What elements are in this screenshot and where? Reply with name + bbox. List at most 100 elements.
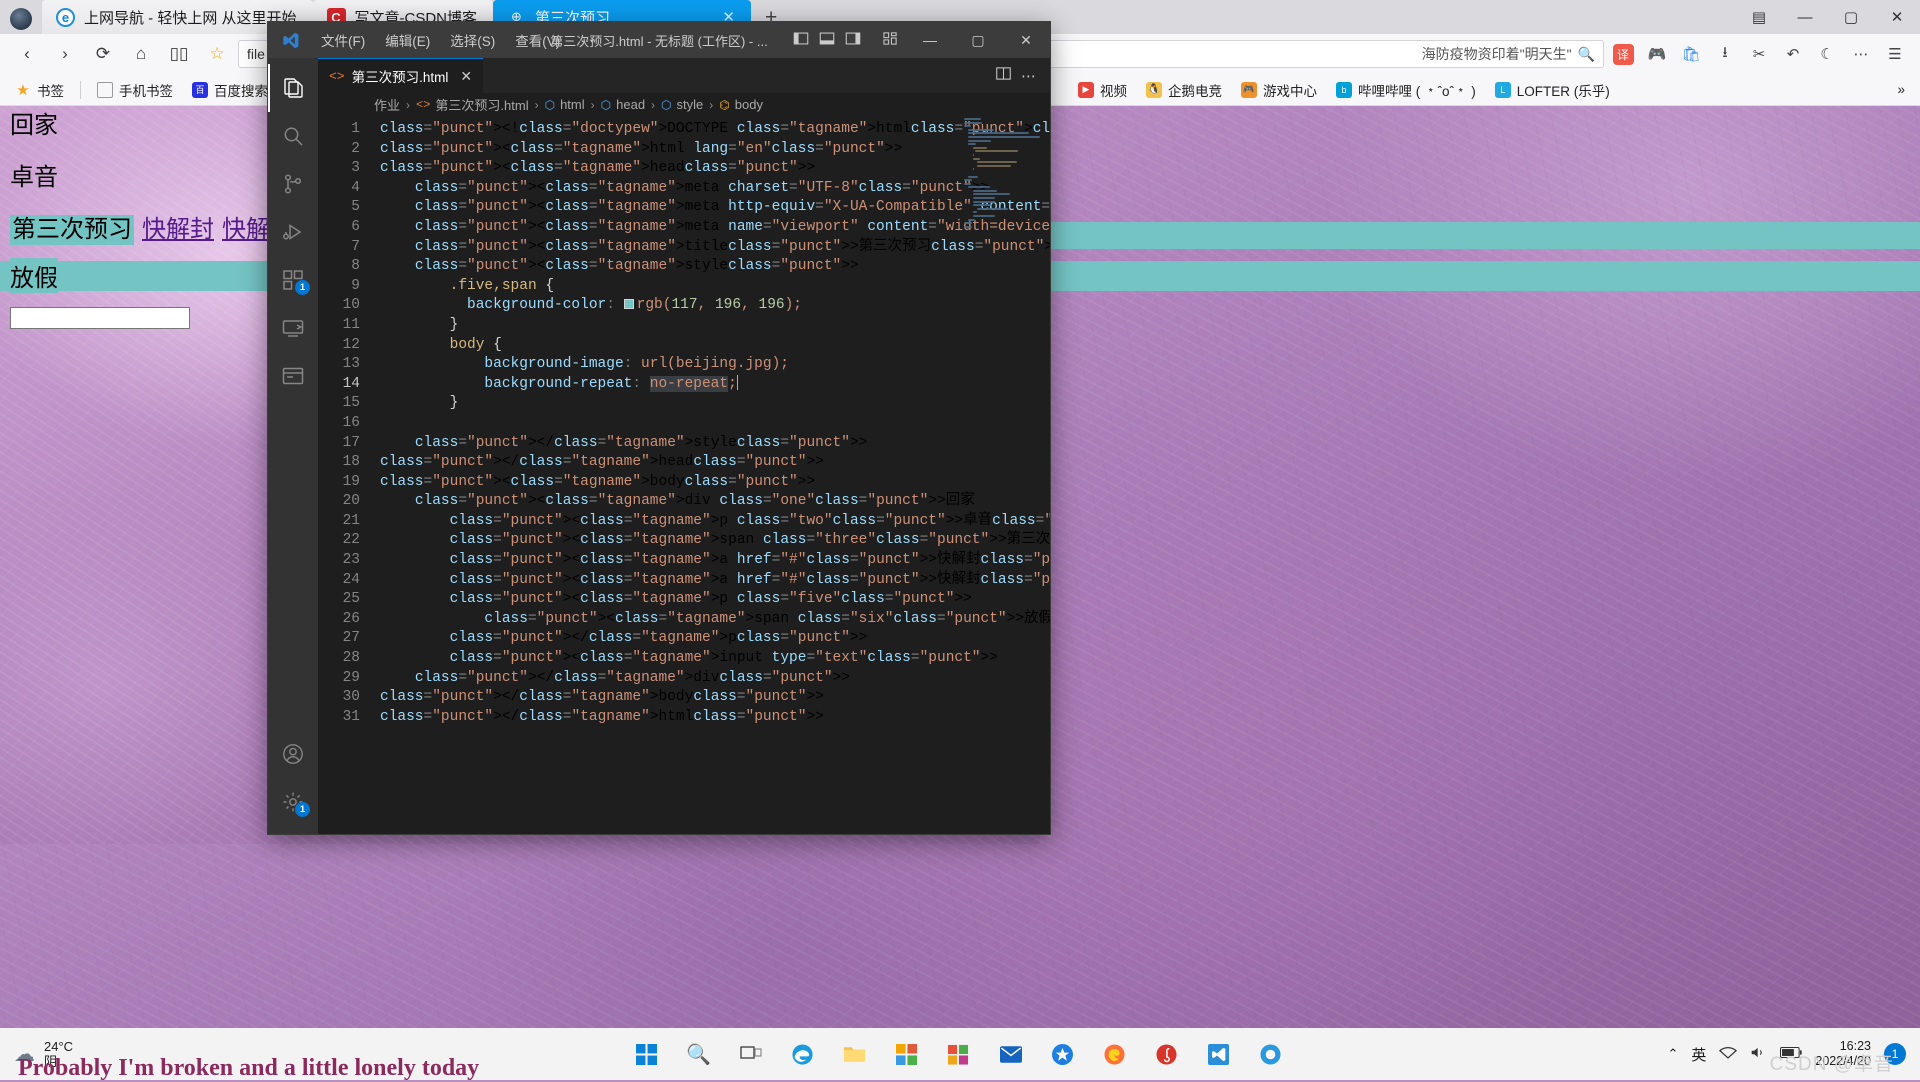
taskbar-start-button[interactable] <box>628 1035 666 1073</box>
download-icon[interactable]: ⭳ <box>1710 39 1740 69</box>
home-icon[interactable]: ⌂ <box>124 39 158 69</box>
menu-icon[interactable]: ☰ <box>1880 39 1910 69</box>
collections-icon[interactable]: ▤ <box>1736 0 1782 34</box>
bookmark-item-4[interactable]: ▶ 视频 <box>1071 78 1134 102</box>
taskbar-store-icon[interactable] <box>888 1035 926 1073</box>
game-extension-icon[interactable]: 🎮 <box>1642 39 1672 69</box>
bookmarks-overflow-button[interactable]: » <box>1890 80 1912 99</box>
page-link-1[interactable]: 快解封 <box>142 216 214 244</box>
sidebar-item-search[interactable] <box>268 112 318 160</box>
sidebar-item-explorer[interactable] <box>268 64 318 112</box>
close-icon[interactable]: ✕ <box>460 68 472 85</box>
sidebar-item-run-debug[interactable] <box>268 208 318 256</box>
taskbar-firefox-icon[interactable] <box>1096 1035 1134 1073</box>
code-line[interactable]: 17 class="punct"></class="tagname">style… <box>318 434 1050 454</box>
close-button[interactable]: ✕ <box>1874 0 1920 34</box>
menu-more[interactable]: ··· <box>571 28 603 53</box>
code-line[interactable]: 16 <box>318 414 1050 434</box>
taskbar-mail-icon[interactable] <box>992 1035 1030 1073</box>
more-icon[interactable]: ⋯ <box>1846 39 1876 69</box>
breadcrumb-item-4[interactable]: ⬡ style <box>661 97 703 112</box>
code-line[interactable]: 5 class="punct"><class="tagname">meta ht… <box>318 198 1050 218</box>
code-line[interactable]: 23 class="punct"><class="tagname">a href… <box>318 551 1050 571</box>
code-line[interactable]: 7 class="punct"><class="tagname">titlecl… <box>318 238 1050 258</box>
menu-edit[interactable]: 编辑(E) <box>376 25 439 55</box>
volume-icon[interactable] <box>1750 1045 1767 1063</box>
avatar[interactable] <box>10 8 32 30</box>
panel-right-icon[interactable] <box>844 31 866 49</box>
panel-bottom-icon[interactable] <box>818 31 840 49</box>
editor-minimap[interactable] <box>964 118 1042 180</box>
sidebar-item-remote-explorer[interactable] <box>268 304 318 352</box>
code-line[interactable]: 11 } <box>318 316 1050 336</box>
menu-view[interactable]: 查看(V) <box>506 25 569 55</box>
sidebar-item-source-control[interactable] <box>268 160 318 208</box>
taskbar-browser-icon[interactable] <box>1252 1035 1290 1073</box>
code-line[interactable]: 30class="punct"></class="tagname">bodycl… <box>318 688 1050 708</box>
sidebar-item-extensions[interactable]: 1 <box>268 256 318 304</box>
bookmark-item-7[interactable]: b 哔哩哔哩 ( ﹡ˆoˆ﹡ ) <box>1329 78 1483 102</box>
tray-chevron-icon[interactable]: ⌃ <box>1667 1046 1678 1062</box>
taskbar-file-explorer-icon[interactable] <box>836 1035 874 1073</box>
bookmark-item-2[interactable]: 百 百度搜索 <box>185 78 275 102</box>
taskbar-vscode-icon[interactable] <box>1200 1035 1238 1073</box>
vscode-minimize-button[interactable]: — <box>906 22 954 58</box>
code-line[interactable]: 2class="punct"><class="tagname">html lan… <box>318 140 1050 160</box>
editor-tab-active[interactable]: <> 第三次预习.html ✕ <box>318 58 483 93</box>
taskbar-office-icon[interactable] <box>940 1035 978 1073</box>
breadcrumb-item-1[interactable]: <> 第三次预习.html <box>416 95 529 114</box>
code-line[interactable]: 1class="punct"><!class="doctypew">DOCTYP… <box>318 120 1050 140</box>
code-line[interactable]: 25 class="punct"><class="tagname">p clas… <box>318 590 1050 610</box>
undo-icon[interactable]: ↶ <box>1778 39 1808 69</box>
breadcrumb-item-3[interactable]: ⬡ head <box>601 97 645 112</box>
code-line[interactable]: 8 class="punct"><class="tagname">stylecl… <box>318 257 1050 277</box>
code-line[interactable]: 18class="punct"></class="tagname">headcl… <box>318 453 1050 473</box>
taskbar-task-view-icon[interactable] <box>732 1035 770 1073</box>
code-line[interactable]: 29 class="punct"></class="tagname">divcl… <box>318 669 1050 689</box>
more-actions-icon[interactable]: ⋯ <box>1021 67 1036 85</box>
menu-selection[interactable]: 选择(S) <box>441 25 504 55</box>
bookmark-item-6[interactable]: 🎮 游戏中心 <box>1234 78 1324 102</box>
code-line[interactable]: 13 background-image: url(beijing.jpg); <box>318 355 1050 375</box>
code-line[interactable]: 26 class="punct"><class="tagname">span c… <box>318 610 1050 630</box>
forward-icon[interactable]: › <box>48 39 82 69</box>
customize-layout-icon[interactable] <box>882 31 904 49</box>
taskbar-star-app-icon[interactable] <box>1044 1035 1082 1073</box>
code-line[interactable]: 3class="punct"><class="tagname">headclas… <box>318 159 1050 179</box>
bookmark-star-icon[interactable]: ☆ <box>200 39 234 69</box>
taskbar-music-icon[interactable] <box>1148 1035 1186 1073</box>
moon-icon[interactable]: ☾ <box>1812 39 1842 69</box>
bookmark-item-8[interactable]: L LOFTER (乐乎) <box>1488 78 1617 102</box>
breadcrumb-item-0[interactable]: 作业 <box>374 95 400 114</box>
code-lines-container[interactable]: 1class="punct"><!class="doctypew">DOCTYP… <box>318 120 1050 727</box>
translate-extension-icon[interactable]: 译 <box>1608 39 1638 69</box>
code-line[interactable]: 19class="punct"><class="tagname">bodycla… <box>318 473 1050 493</box>
code-line[interactable]: 28 class="punct"><class="tagname">input … <box>318 649 1050 669</box>
taskbar-edge-icon[interactable] <box>784 1035 822 1073</box>
vscode-maximize-button[interactable]: ▢ <box>954 22 1002 58</box>
bookmark-item-5[interactable]: 🐧 企鹅电竞 <box>1139 78 1229 102</box>
breadcrumb-item-2[interactable]: ⬡ html <box>545 97 585 112</box>
sidebar-item-settings[interactable]: 1 <box>268 778 318 826</box>
reload-icon[interactable]: ⟳ <box>86 39 120 69</box>
page-text-input[interactable] <box>10 307 190 329</box>
vscode-close-button[interactable]: ✕ <box>1002 22 1050 58</box>
code-line[interactable]: 9 .five,span { <box>318 277 1050 297</box>
split-screen-icon[interactable]: ▯▯ <box>162 39 196 69</box>
code-line[interactable]: 6 class="punct"><class="tagname">meta na… <box>318 218 1050 238</box>
shop-extension-icon[interactable]: 🛍 <box>1676 39 1706 69</box>
wifi-icon[interactable] <box>1719 1046 1737 1063</box>
code-line[interactable]: 10 background-color: rgb(117, 196, 196); <box>318 296 1050 316</box>
code-line[interactable]: 31class="punct"></class="tagname">htmlcl… <box>318 708 1050 728</box>
sidebar-item-live-preview[interactable] <box>268 352 318 400</box>
breadcrumb-item-5[interactable]: ⌬ body <box>719 97 763 112</box>
code-editor[interactable]: 1class="punct"><!class="doctypew">DOCTYP… <box>318 116 1050 834</box>
code-line[interactable]: 14 background-repeat: no-repeat; <box>318 375 1050 395</box>
sidebar-item-accounts[interactable] <box>268 730 318 778</box>
code-line[interactable]: 27 class="punct"></class="tagname">pclas… <box>318 629 1050 649</box>
bookmark-item-0[interactable]: ★ 书签 <box>8 78 71 102</box>
split-editor-icon[interactable] <box>996 66 1011 85</box>
search-icon[interactable]: 🔍 <box>1578 46 1595 63</box>
scissors-icon[interactable]: ✂ <box>1744 39 1774 69</box>
ime-indicator[interactable]: 英 <box>1691 1044 1706 1065</box>
